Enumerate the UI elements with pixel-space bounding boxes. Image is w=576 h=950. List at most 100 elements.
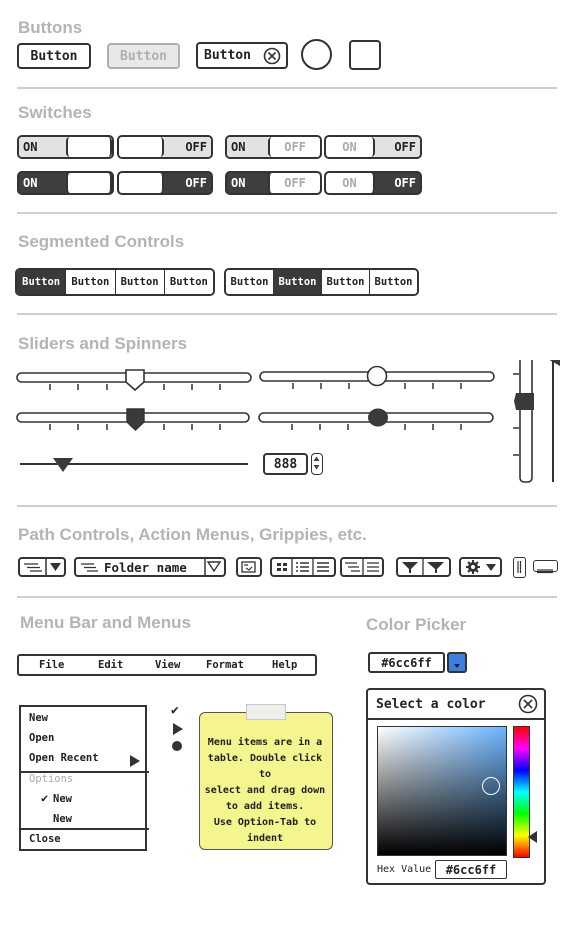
sticky-note-line: indent: [246, 833, 284, 844]
color-gradient-area[interactable]: [377, 726, 507, 856]
slider-simple[interactable]: [20, 458, 248, 472]
slider-vertical-ticked[interactable]: [513, 360, 534, 483]
spinner-field[interactable]: 888: [263, 453, 308, 475]
hue-slider-handle[interactable]: [528, 830, 538, 844]
switch-off-wide[interactable]: ON OFF: [324, 135, 422, 159]
chevron-down-icon: [204, 559, 222, 575]
folder-action-button[interactable]: [236, 557, 262, 577]
menu-item-close[interactable]: Close: [29, 833, 61, 845]
switch-off-label: OFF: [185, 176, 207, 190]
close-circle-icon[interactable]: [263, 47, 281, 65]
slider-ticked-dark-round[interactable]: [258, 408, 494, 431]
switch-on-label: ON: [231, 176, 246, 190]
menu-item-open-recent[interactable]: Open Recent: [29, 752, 99, 764]
section-title-sliders: Sliders and Spinners: [18, 334, 188, 353]
popup-list-button[interactable]: [18, 557, 66, 577]
switch-off[interactable]: OFF: [117, 135, 213, 159]
button-normal[interactable]: Button: [17, 43, 91, 69]
gear-icon: [466, 560, 496, 574]
menubar-item-edit[interactable]: Edit: [98, 659, 123, 671]
stepper-arrows-icon: [313, 456, 320, 470]
sticky-note-line: Menu items are in a: [207, 737, 323, 748]
menubar-item-format[interactable]: Format: [206, 659, 244, 671]
menu-item-open[interactable]: Open: [29, 732, 54, 744]
switch-on-label: ON: [231, 140, 246, 154]
slider-ticked-arrow[interactable]: [16, 369, 252, 392]
segment[interactable]: Button: [370, 270, 417, 294]
switch-off-wide-dark[interactable]: ON OFF: [324, 171, 422, 195]
view-mode-icons: [277, 559, 329, 575]
divider: [17, 87, 557, 89]
section-title-colorpicker: Color Picker: [366, 615, 467, 634]
section-title-buttons: Buttons: [18, 18, 83, 37]
button-with-close[interactable]: Button: [196, 42, 288, 69]
segment[interactable]: Button: [66, 270, 116, 294]
button-disabled: Button: [107, 43, 180, 69]
color-swatch-button[interactable]: [447, 652, 467, 673]
horizontal-grippy[interactable]: [533, 560, 558, 574]
sort-segmented-control[interactable]: [340, 557, 384, 577]
square-button[interactable]: [349, 40, 381, 70]
spinner-value: 888: [273, 456, 298, 472]
segment[interactable]: Button: [17, 270, 67, 294]
close-icon[interactable]: [517, 693, 539, 715]
list-popup-icon: [24, 559, 61, 575]
divider: [17, 313, 557, 315]
filter-segmented-control[interactable]: [396, 557, 451, 577]
sticky-note-line: to add items.: [225, 801, 305, 812]
color-field[interactable]: #6cc6ff: [368, 652, 445, 673]
menubar-item-file[interactable]: File: [39, 659, 64, 671]
menubar-item-help[interactable]: Help: [272, 659, 297, 671]
section-title-menubar: Menu Bar and Menus: [20, 613, 191, 632]
switch-on-dark[interactable]: ON: [17, 171, 114, 195]
divider: [17, 212, 557, 214]
menubar-item-view[interactable]: View: [155, 659, 180, 671]
action-menu-button[interactable]: [459, 557, 502, 577]
grip-icon: [537, 569, 553, 574]
switch-off-label: OFF: [185, 140, 207, 154]
switch-on[interactable]: ON: [17, 135, 114, 159]
submenu-arrow-icon: [130, 755, 140, 767]
section-title-segmented: Segmented Controls: [18, 232, 185, 251]
slider-ticked-round[interactable]: [259, 365, 495, 390]
segment[interactable]: Button: [274, 270, 322, 294]
switch-off-label: OFF: [394, 176, 416, 190]
divider: [17, 596, 557, 598]
color-picker-dialog: Select a color Hex Value #6cc6ff: [366, 688, 546, 885]
segmented-control-1[interactable]: Button Button Button Button: [15, 268, 215, 296]
switch-off-label: OFF: [394, 140, 416, 154]
menu-item-option-checked[interactable]: New: [53, 793, 72, 805]
path-control[interactable]: Folder name: [74, 557, 226, 577]
dialog-title: Select a color: [376, 697, 486, 712]
view-segmented-control[interactable]: [270, 557, 336, 577]
vertical-grippy[interactable]: [513, 557, 526, 578]
bullet-icon: [172, 741, 182, 751]
hex-value-label: Hex Value: [377, 864, 432, 875]
slider-ticked-dark[interactable]: [16, 408, 250, 431]
checkmark-icon: ✔: [171, 703, 179, 718]
menu-item-option-unchecked[interactable]: New: [53, 813, 72, 825]
color-selector-ring[interactable]: [482, 777, 500, 795]
segment[interactable]: Button: [226, 270, 274, 294]
menu-item-new[interactable]: New: [29, 712, 48, 724]
segment[interactable]: Button: [322, 270, 370, 294]
round-button[interactable]: [301, 39, 332, 70]
switch-off-label: OFF: [284, 140, 306, 154]
sticky-note: Menu items are in a table. Double click …: [199, 704, 333, 850]
chevron-down-icon: [454, 664, 460, 668]
segment[interactable]: Button: [115, 270, 165, 294]
segment[interactable]: Button: [164, 270, 213, 294]
switch-on-wide[interactable]: ON OFF: [225, 135, 322, 159]
sticky-note-line: Use Option-Tab to: [213, 817, 317, 828]
switch-off-dark[interactable]: OFF: [117, 171, 213, 195]
dialog-separator: [368, 718, 544, 720]
button-normal-label: Button: [30, 48, 78, 64]
path-folder-label: Folder name: [104, 560, 187, 575]
hex-value-input[interactable]: #6cc6ff: [435, 860, 507, 879]
slider-vertical-simple[interactable]: [546, 360, 560, 482]
switch-on-wide-dark[interactable]: ON OFF: [225, 171, 322, 195]
section-title-path: Path Controls, Action Menus, Grippies, e…: [18, 525, 367, 544]
switch-off-label: OFF: [284, 176, 306, 190]
spinner-stepper[interactable]: [311, 453, 323, 475]
segmented-control-2[interactable]: Button Button Button Button: [224, 268, 419, 296]
